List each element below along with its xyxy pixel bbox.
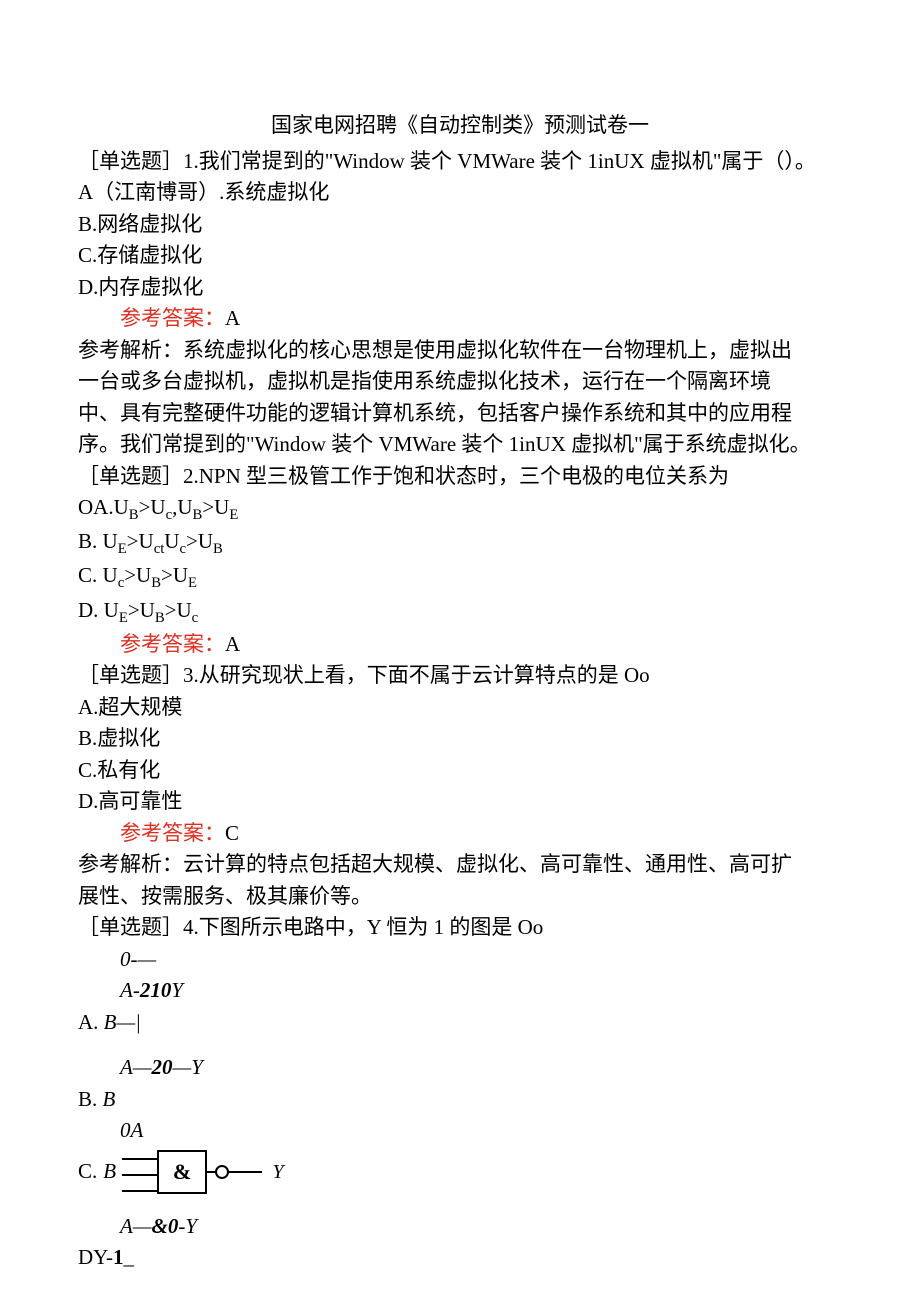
q4-a-diagram-2: A-210Y [78, 975, 842, 1007]
q1-option-a: A（江南博哥）.系统虚拟化 [78, 177, 842, 209]
q4-option-c: C. B & Y [78, 1147, 842, 1197]
q4-d-diagram: A—&0-Y [78, 1211, 842, 1243]
q2-option-c: C. Uc>UB>UE [78, 560, 842, 594]
q3-answer-value: C [225, 821, 239, 845]
q3-explanation-2: 展性、按需服务、极其廉价等。 [78, 881, 842, 913]
q4-b-diagram: A—20—Y [78, 1052, 842, 1084]
q1-answer: 参考答案：A [78, 303, 842, 335]
q2-optc-formula: Uc>UB>UE [103, 563, 198, 587]
q1-answer-value: A [225, 306, 240, 330]
q1-explanation-4: 序。我们常提到的"Window 装个 VMWare 装个 1inUX 虚拟机"属… [78, 429, 842, 461]
q2-stem: ［单选题］2.NPN 型三极管工作于饱和状态时，三个电极的电位关系为 [78, 461, 842, 493]
q2-answer: 参考答案：A [78, 629, 842, 661]
circuit-diagram-icon: & Y [122, 1147, 292, 1197]
output-y-label: Y [273, 1161, 286, 1183]
spacer-2 [78, 1197, 842, 1211]
q4-c-top: 0A [78, 1115, 842, 1147]
q1-stem: ［单选题］1.我们常提到的"Window 装个 VMWare 装个 1inUX … [78, 146, 842, 178]
q4-option-d: DY-1_ [78, 1242, 842, 1274]
page-title: 国家电网招聘《自动控制类》预测试卷一 [78, 110, 842, 142]
q2-optb-prefix: B. [78, 529, 103, 553]
q2-answer-value: A [225, 632, 240, 656]
q2-opta-formula: UB>Uc,UB>UE [114, 495, 239, 519]
q4-stem: ［单选题］4.下图所示电路中，Y 恒为 1 的图是 Oo [78, 912, 842, 944]
q4-opta-label: B—| [104, 1010, 141, 1034]
q2-option-d: D. UE>UB>Uc [78, 595, 842, 629]
spacer [78, 1038, 842, 1052]
q4-opta-prefix: A. [78, 1010, 104, 1034]
q4-optc-prefix: C. [78, 1156, 97, 1188]
q1-explanation-2: 一台或多台虚拟机，虚拟机是指使用系统虚拟化技术，运行在一个隔离环境 [78, 366, 842, 398]
q3-answer-label: 参考答案： [78, 821, 225, 845]
q4-optb-prefix: B. [78, 1087, 103, 1111]
q2-optd-formula: UE>UB>Uc [104, 598, 199, 622]
q2-option-a: OA.UB>Uc,UB>UE [78, 492, 842, 526]
q2-opta-prefix: OA. [78, 495, 114, 519]
q4-optd-text: DY-1_ [78, 1245, 134, 1269]
q4-optb-label: B [103, 1087, 116, 1111]
q3-option-c: C.私有化 [78, 755, 842, 787]
q4-a-formula: A-210Y [120, 978, 183, 1002]
q1-explanation-1: 参考解析：系统虚拟化的核心思想是使用虚拟化软件在一台物理机上，虚拟出 [78, 335, 842, 367]
q1-answer-label: 参考答案： [78, 306, 225, 330]
q4-optc-b: B [103, 1156, 116, 1188]
q4-d-formula: A—&0-Y [120, 1214, 197, 1238]
q3-answer: 参考答案：C [78, 818, 842, 850]
q4-b-formula: A—20—Y [120, 1055, 203, 1079]
q4-option-a: A. B—| [78, 1007, 842, 1039]
q2-optb-formula: UE>UctUc>UB [103, 529, 223, 553]
q3-option-d: D.高可靠性 [78, 786, 842, 818]
q2-answer-label: 参考答案： [78, 632, 225, 656]
q1-option-c: C.存储虚拟化 [78, 240, 842, 272]
q1-option-d: D.内存虚拟化 [78, 272, 842, 304]
q4-a-diagram-1: 0-— [78, 944, 842, 976]
q2-optc-prefix: C. [78, 563, 103, 587]
q1-explanation-3: 中、具有完整硬件功能的逻辑计算机系统，包括客户操作系统和其中的应用程 [78, 398, 842, 430]
and-gate-symbol: & [173, 1159, 191, 1184]
q3-option-a: A.超大规模 [78, 692, 842, 724]
q2-optd-prefix: D. [78, 598, 104, 622]
q2-option-b: B. UE>UctUc>UB [78, 526, 842, 560]
q1-option-b: B.网络虚拟化 [78, 209, 842, 241]
q3-explanation-1: 参考解析：云计算的特点包括超大规模、虚拟化、高可靠性、通用性、高可扩 [78, 849, 842, 881]
q4-option-b: B. B [78, 1084, 842, 1116]
q3-stem: ［单选题］3.从研究现状上看，下面不属于云计算特点的是 Oo [78, 660, 842, 692]
q3-option-b: B.虚拟化 [78, 723, 842, 755]
